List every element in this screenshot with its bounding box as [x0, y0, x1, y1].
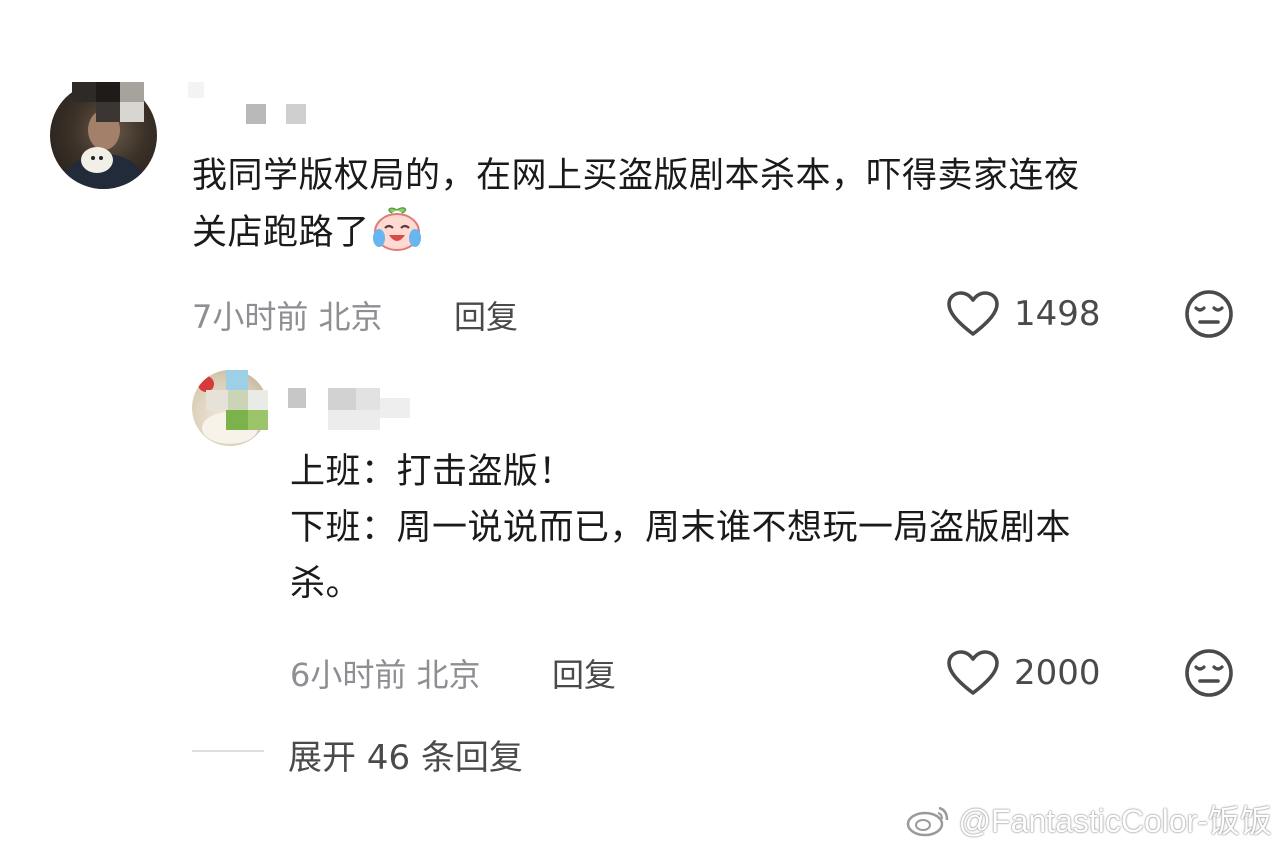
dislike-button[interactable]	[1184, 289, 1234, 343]
avatar-mosaic	[206, 370, 268, 432]
reply-text: 上班：打击盗版！ 下班：周一说说而已，周末谁不想玩一局盗版剧本 杀。	[290, 444, 1071, 612]
comment-line: 我同学版权局的，在网上买盗版剧本杀本，吓得卖家连夜	[192, 156, 1080, 196]
expand-divider	[192, 750, 264, 752]
dislike-button[interactable]	[1184, 648, 1234, 702]
reply-line: 上班：打击盗版！	[290, 452, 575, 492]
reply-meta: 6小时前 北京	[290, 650, 481, 696]
comment-time: 7小时前	[192, 298, 309, 336]
comment-location: 北京	[318, 298, 383, 336]
comment-line: 关店跑路了	[192, 213, 370, 253]
reply-line: 下班：周一说说而已，周末谁不想玩一局盗版剧本	[290, 508, 1072, 548]
neutral-face-icon	[1185, 290, 1233, 338]
like-count: 2000	[1014, 653, 1101, 693]
watermark: @FantasticColor-饭饭	[905, 796, 1272, 842]
neutral-face-icon	[1185, 649, 1233, 697]
username-redacted[interactable]	[188, 82, 318, 126]
comment-text: 我同学版权局的，在网上买盗版剧本杀本，吓得卖家连夜 关店跑路了	[192, 148, 1080, 271]
heart-outline-icon	[947, 650, 999, 695]
username-redacted[interactable]	[288, 388, 412, 432]
reply-button[interactable]: 回复	[454, 292, 518, 338]
comment-meta: 7小时前 北京	[192, 292, 383, 338]
like-button[interactable]: 1498	[946, 290, 1101, 338]
crying-laughing-emoji-icon	[370, 204, 424, 271]
like-count: 1498	[1014, 294, 1101, 334]
reply-button[interactable]: 回复	[552, 650, 616, 696]
like-button[interactable]: 2000	[946, 649, 1101, 697]
heart-outline-icon	[947, 291, 999, 336]
reply-line: 杀。	[290, 564, 362, 604]
reply-location: 北京	[416, 656, 481, 694]
weibo-logo-icon	[906, 806, 948, 837]
avatar-mosaic	[72, 82, 144, 122]
watermark-text: @FantasticColor-饭饭	[958, 803, 1272, 839]
reply-time: 6小时前	[290, 656, 407, 694]
expand-replies-button[interactable]: 展开 46 条回复	[288, 730, 523, 779]
